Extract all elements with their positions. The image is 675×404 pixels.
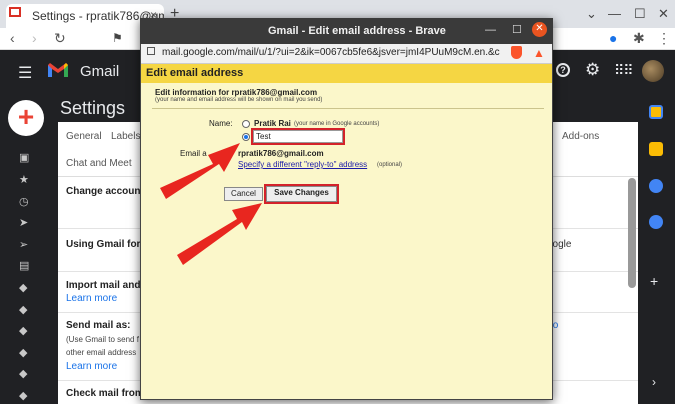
- chevron-right-icon[interactable]: ›: [652, 375, 656, 389]
- tasks-icon[interactable]: [649, 179, 663, 193]
- close-icon[interactable]: ✕: [532, 22, 547, 37]
- scrollbar[interactable]: [628, 178, 636, 288]
- brave-shield-icon[interactable]: [511, 46, 522, 59]
- avatar[interactable]: [642, 60, 664, 82]
- gmail-wordmark: Gmail: [80, 63, 120, 80]
- name-option-google-label[interactable]: Pratik Rai: [254, 119, 291, 128]
- learn-more-link[interactable]: Learn more: [66, 293, 117, 304]
- brave-rewards-icon[interactable]: ▲: [533, 46, 545, 60]
- tab-addons[interactable]: Add-ons: [562, 131, 599, 142]
- bookmark-icon[interactable]: ⚑: [112, 31, 123, 45]
- name-option-note: (your name in Google accounts): [294, 121, 380, 127]
- cancel-button[interactable]: Cancel: [224, 187, 263, 201]
- important-icon[interactable]: ➤: [19, 216, 28, 229]
- tab-general[interactable]: General: [66, 131, 102, 142]
- tab-chat-and-meet[interactable]: Chat and Meet: [66, 158, 132, 169]
- contacts-icon[interactable]: [649, 215, 663, 229]
- main-menu-icon[interactable]: ☰: [18, 63, 32, 83]
- help-icon[interactable]: ?: [556, 63, 570, 77]
- lock-icon: [147, 47, 155, 55]
- minimize-icon[interactable]: —: [485, 24, 496, 36]
- browser-menu-icon[interactable]: ⋮: [657, 30, 671, 47]
- label-icon[interactable]: ◆: [19, 281, 27, 294]
- divider: [152, 108, 544, 109]
- label-icon[interactable]: ◆: [19, 303, 27, 316]
- page-title: Settings: [60, 98, 126, 118]
- get-addons-icon[interactable]: +: [650, 273, 658, 289]
- side-panel: [638, 94, 675, 404]
- sent-icon[interactable]: ➢: [19, 238, 28, 251]
- forward-icon[interactable]: ›: [32, 30, 37, 46]
- minimize-icon[interactable]: —: [608, 6, 621, 21]
- apps-grid-icon[interactable]: ⠿⠿: [614, 62, 633, 79]
- info-subtext: (your name and email address will be sho…: [155, 97, 323, 103]
- back-icon[interactable]: ‹: [10, 30, 15, 46]
- email-label: Email a: [180, 149, 207, 158]
- setting-label: Send mail as:: [66, 320, 131, 331]
- gmail-logo-icon: [48, 63, 68, 77]
- maximize-icon[interactable]: ☐: [634, 6, 646, 22]
- setting-note: other email address: [66, 348, 137, 357]
- label-icon[interactable]: ◆: [19, 346, 27, 359]
- name-label: Name:: [209, 119, 233, 128]
- gear-icon[interactable]: ⚙: [585, 60, 600, 80]
- name-input[interactable]: [251, 128, 345, 145]
- setting-label: Change account s: [66, 186, 142, 197]
- maximize-icon[interactable]: ☐: [512, 23, 522, 36]
- name-option-google-radio[interactable]: [242, 120, 250, 128]
- save-changes-button[interactable]: Save Changes: [264, 184, 339, 204]
- setting-label: Check mail from o: [66, 388, 142, 399]
- info-heading: Edit information for rpratik786@gmail.co…: [155, 88, 318, 97]
- calendar-icon[interactable]: [649, 105, 663, 119]
- close-window-icon[interactable]: ✕: [658, 6, 669, 22]
- label-icon[interactable]: ◆: [19, 389, 27, 402]
- gmail-favicon-icon: [9, 7, 21, 17]
- snoozed-icon[interactable]: ◷: [19, 195, 29, 208]
- starred-icon[interactable]: ★: [19, 173, 29, 186]
- reply-to-note: (optional): [377, 162, 403, 168]
- tab-labels[interactable]: Labels: [111, 131, 140, 142]
- setting-label: Using Gmail for w: [66, 239, 142, 250]
- drafts-icon[interactable]: ▤: [19, 259, 29, 272]
- profile-ext-icon[interactable]: ●: [609, 30, 617, 46]
- keep-icon[interactable]: [649, 142, 663, 156]
- setting-note: (Use Gmail to send f: [66, 335, 139, 344]
- extensions-icon[interactable]: ✱: [633, 30, 645, 47]
- url-text[interactable]: mail.google.com/mail/u/1/?ui=2&ik=0067cb…: [162, 47, 500, 58]
- popup-title: Gmail - Edit email address - Brave: [268, 25, 446, 37]
- compose-button[interactable]: +: [8, 100, 44, 136]
- setting-label: Import mail and c: [66, 280, 142, 291]
- label-icon[interactable]: ◆: [19, 367, 27, 380]
- reload-icon[interactable]: ↻: [54, 30, 66, 47]
- tab-search-icon[interactable]: ⌄: [586, 6, 597, 22]
- learn-more-link[interactable]: Learn more: [66, 361, 117, 372]
- reply-to-link[interactable]: Specify a different "reply-to" address: [238, 160, 367, 169]
- name-option-custom-radio[interactable]: [242, 133, 250, 141]
- label-icon[interactable]: ◆: [19, 324, 27, 337]
- inbox-icon[interactable]: ▣: [19, 151, 29, 164]
- dialog-title: Edit email address: [146, 67, 244, 79]
- email-value: rpratik786@gmail.com: [238, 149, 324, 158]
